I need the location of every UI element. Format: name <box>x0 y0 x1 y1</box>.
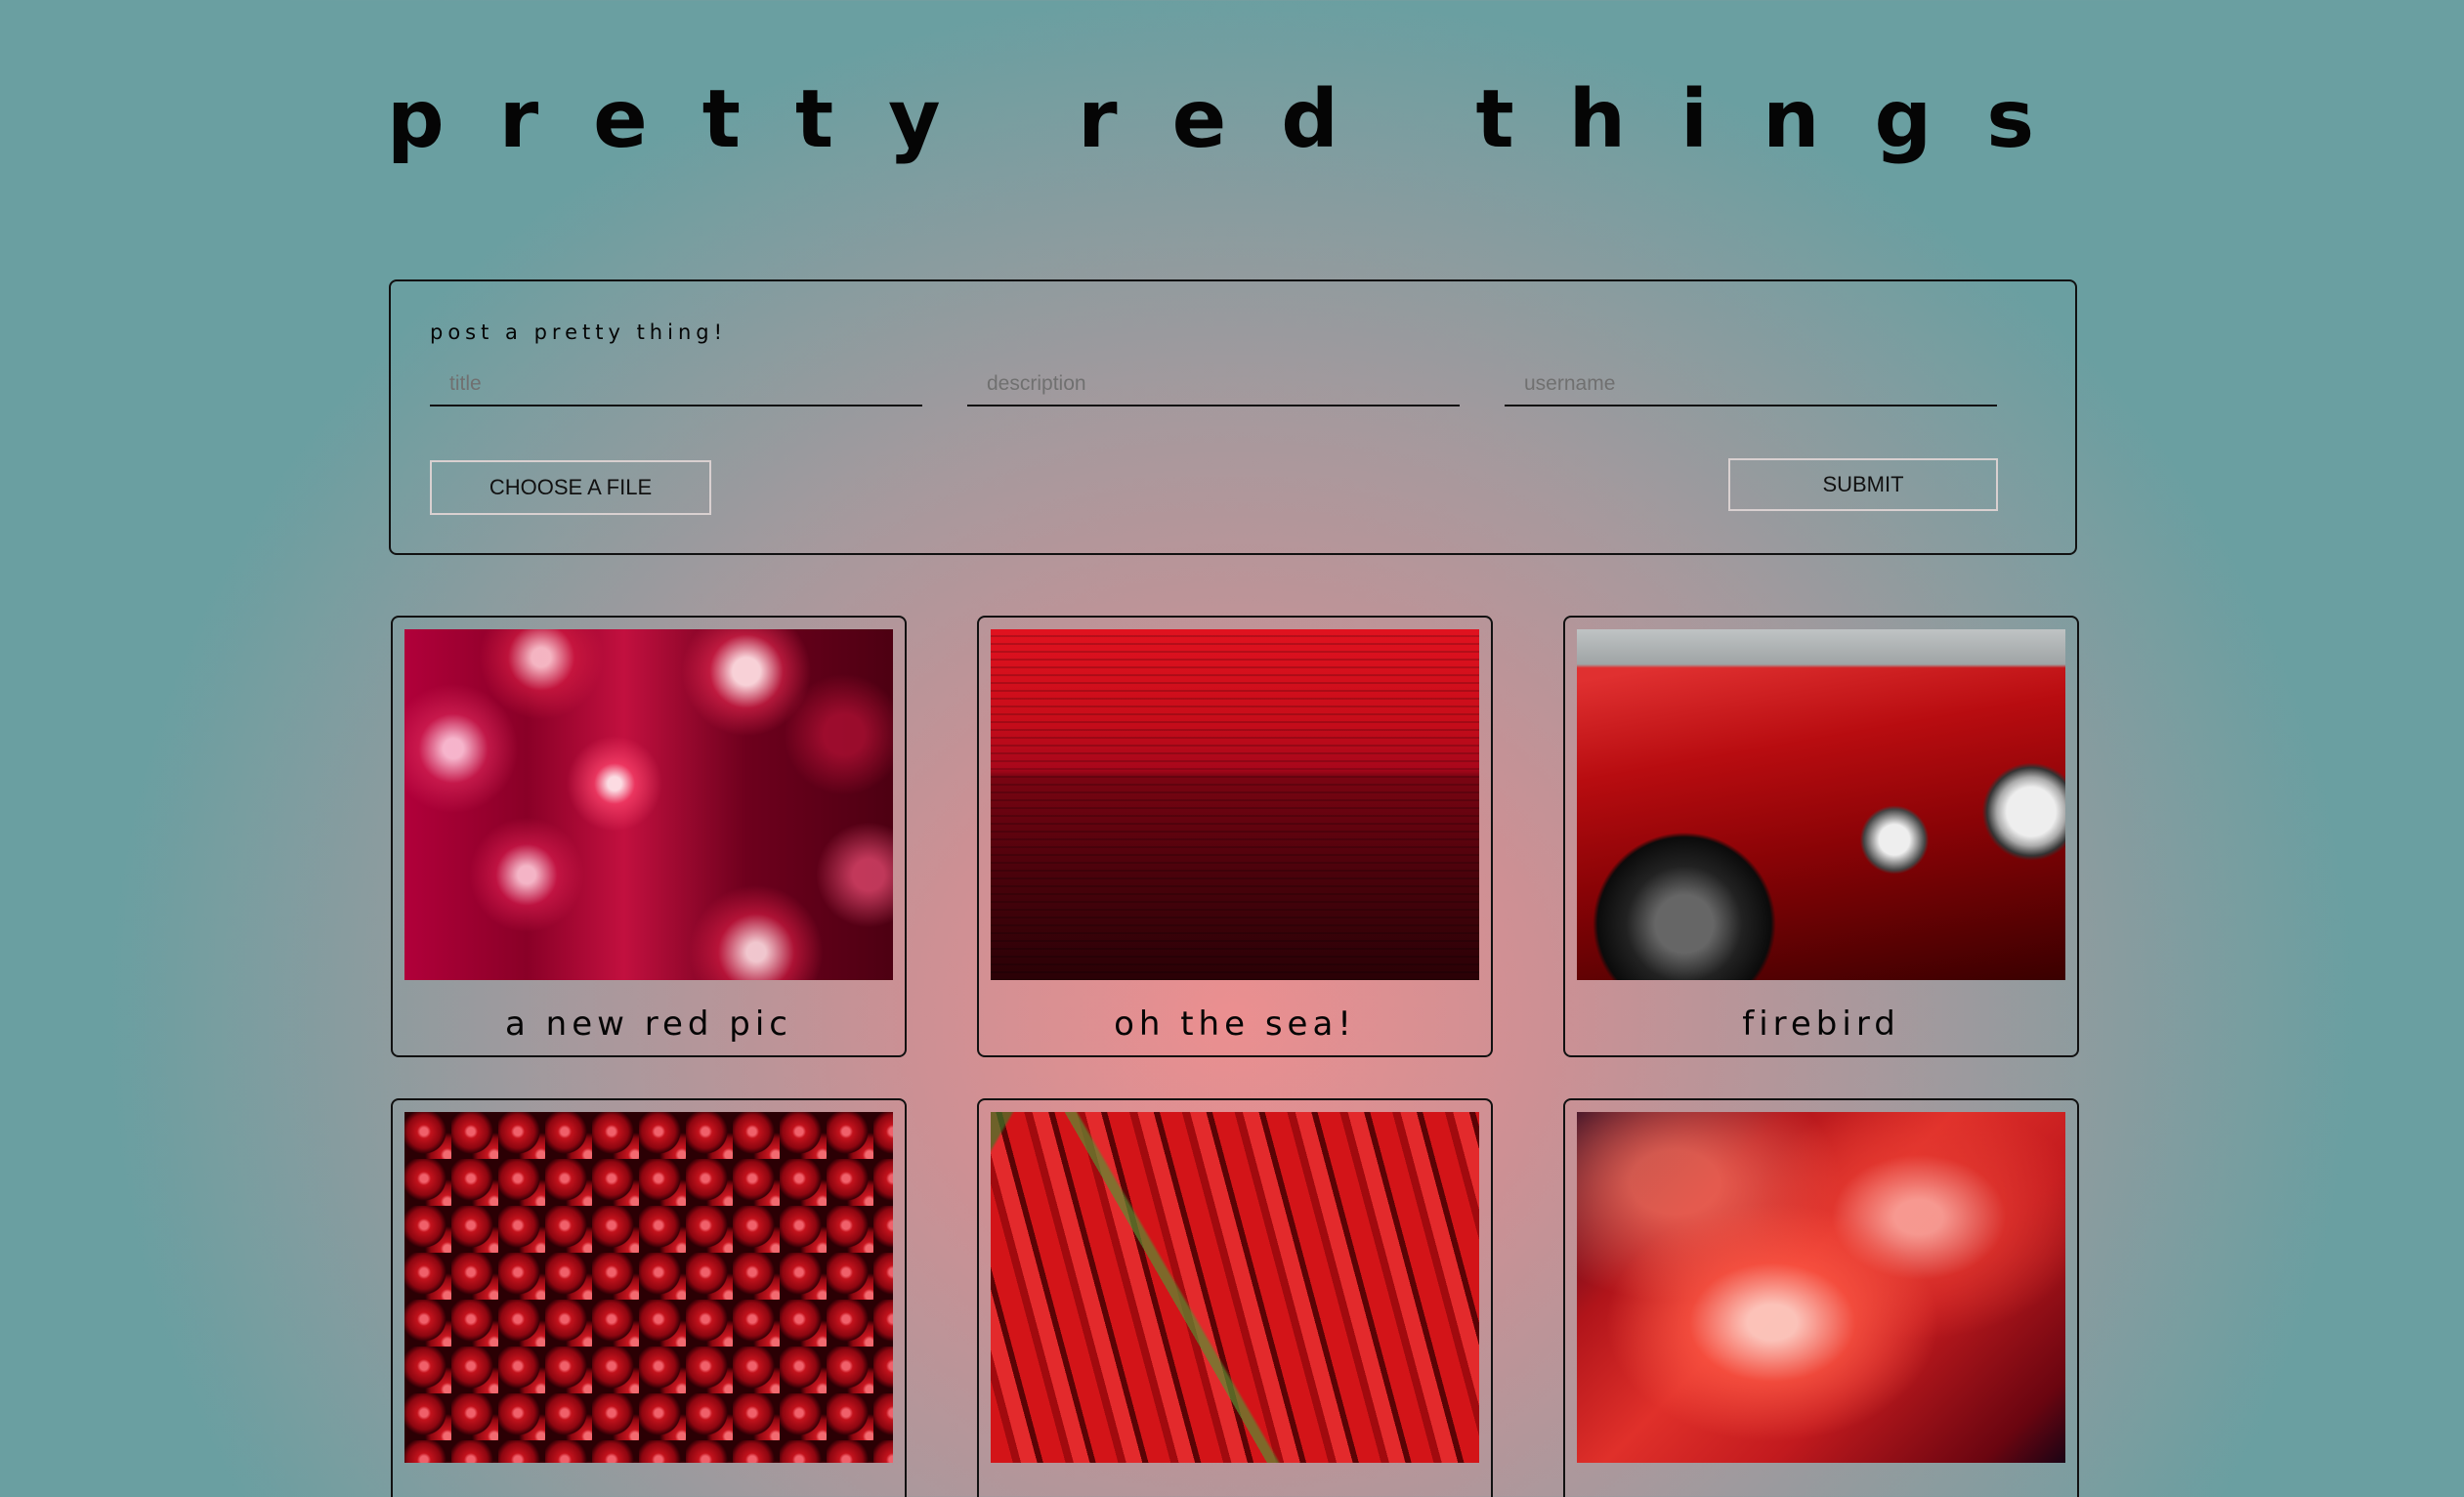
post-card[interactable]: oh the sea! <box>977 616 1493 1057</box>
post-image-red-bulbs <box>404 629 893 980</box>
post-form-heading: post a pretty thing! <box>430 321 728 344</box>
site-title: pretty red things <box>387 73 2077 166</box>
post-image-cherries <box>404 1112 893 1463</box>
post-card[interactable]: firebird <box>1563 616 2079 1057</box>
post-caption: firebird <box>1742 1005 1900 1044</box>
post-card[interactable] <box>391 1098 907 1497</box>
post-image-chili-peppers <box>991 1112 1479 1463</box>
post-image-fire <box>1577 1112 2065 1463</box>
post-caption: a new red pic <box>505 1005 792 1044</box>
post-image-red-sea <box>991 629 1479 980</box>
choose-file-button[interactable]: CHOOSE A FILE <box>430 460 711 515</box>
submit-button[interactable]: SUBMIT <box>1728 458 1998 511</box>
description-input[interactable] <box>967 364 1460 406</box>
post-card[interactable] <box>1563 1098 2079 1497</box>
post-image-firebird-car <box>1577 629 2065 980</box>
title-input[interactable] <box>430 364 922 406</box>
username-input[interactable] <box>1505 364 1997 406</box>
post-card[interactable] <box>977 1098 1493 1497</box>
post-card[interactable]: a new red pic <box>391 616 907 1057</box>
post-caption: oh the sea! <box>1114 1005 1356 1044</box>
post-form: post a pretty thing! CHOOSE A FILE SUBMI… <box>389 279 2077 555</box>
